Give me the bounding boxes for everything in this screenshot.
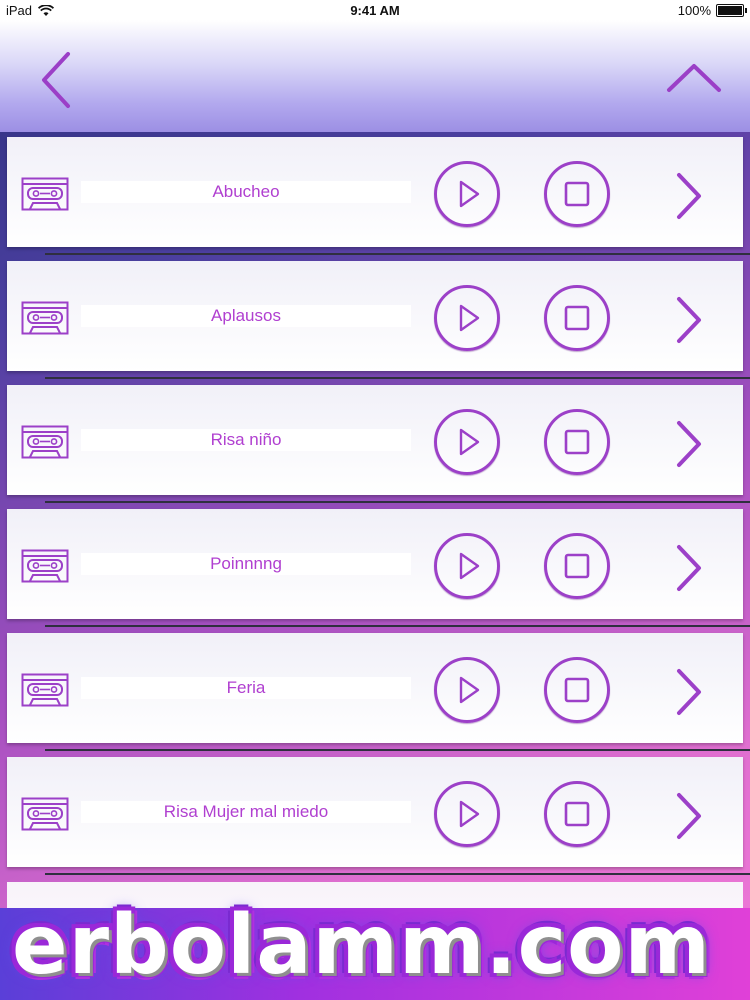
play-icon	[459, 800, 480, 828]
stop-button[interactable]	[544, 285, 610, 351]
row-divider	[45, 501, 750, 503]
watermark-text: erbolamm.com	[12, 898, 711, 993]
list-item[interactable]: Aplausos	[7, 261, 743, 371]
chevron-right-icon[interactable]	[667, 419, 707, 469]
stop-icon	[564, 305, 590, 331]
play-button[interactable]	[434, 781, 500, 847]
stop-button[interactable]	[544, 533, 610, 599]
play-icon	[459, 428, 480, 456]
row-divider	[45, 377, 750, 379]
list-item[interactable]: Abucheo	[7, 137, 743, 247]
status-bar: iPad 9:41 AM 100%	[0, 0, 750, 20]
stop-icon	[564, 429, 590, 455]
chevron-left-icon	[42, 52, 70, 108]
sound-name: Feria	[81, 677, 411, 699]
sound-name: Poinnnng	[81, 553, 411, 575]
list-item[interactable]: Poinnnng	[7, 509, 743, 619]
play-icon	[459, 304, 480, 332]
cassette-icon	[21, 797, 69, 831]
chevron-right-icon[interactable]	[667, 791, 707, 841]
list-item[interactable]: Feria	[7, 633, 743, 743]
play-button[interactable]	[434, 409, 500, 475]
row-divider	[45, 873, 750, 875]
stop-icon	[564, 677, 590, 703]
cassette-icon	[21, 177, 69, 211]
sound-name: Risa Mujer mal miedo	[81, 801, 411, 823]
stop-button[interactable]	[544, 161, 610, 227]
play-button[interactable]	[434, 657, 500, 723]
play-icon	[459, 676, 480, 704]
stop-button[interactable]	[544, 657, 610, 723]
stop-icon	[564, 801, 590, 827]
chevron-right-icon[interactable]	[667, 171, 707, 221]
list-item[interactable]: Risa Mujer mal miedo	[7, 757, 743, 867]
stop-button[interactable]	[544, 781, 610, 847]
cassette-icon	[21, 425, 69, 459]
play-icon	[459, 180, 480, 208]
navigation-bar	[0, 20, 750, 132]
play-button[interactable]	[434, 285, 500, 351]
cassette-icon	[21, 673, 69, 707]
row-divider	[45, 625, 750, 627]
sound-name: Risa niño	[81, 429, 411, 451]
stop-icon	[564, 553, 590, 579]
watermark: erbolamm.com	[0, 890, 750, 1000]
cassette-icon	[21, 301, 69, 335]
back-button[interactable]	[36, 50, 80, 110]
status-time: 9:41 AM	[350, 3, 400, 18]
play-icon	[459, 552, 480, 580]
stop-icon	[564, 181, 590, 207]
play-button[interactable]	[434, 533, 500, 599]
chevron-right-icon[interactable]	[667, 295, 707, 345]
list-item[interactable]: Risa niño	[7, 385, 743, 495]
stop-button[interactable]	[544, 409, 610, 475]
battery-percent: 100%	[677, 3, 711, 18]
sound-name: Abucheo	[81, 181, 411, 203]
battery-icon	[716, 4, 747, 17]
chevron-up-icon	[667, 64, 721, 92]
play-button[interactable]	[434, 161, 500, 227]
chevron-right-icon[interactable]	[667, 543, 707, 593]
row-divider	[45, 253, 750, 255]
row-divider	[45, 749, 750, 751]
cassette-icon	[21, 549, 69, 583]
scroll-up-button[interactable]	[666, 60, 722, 100]
sound-name: Aplausos	[81, 305, 411, 327]
chevron-right-icon[interactable]	[667, 667, 707, 717]
